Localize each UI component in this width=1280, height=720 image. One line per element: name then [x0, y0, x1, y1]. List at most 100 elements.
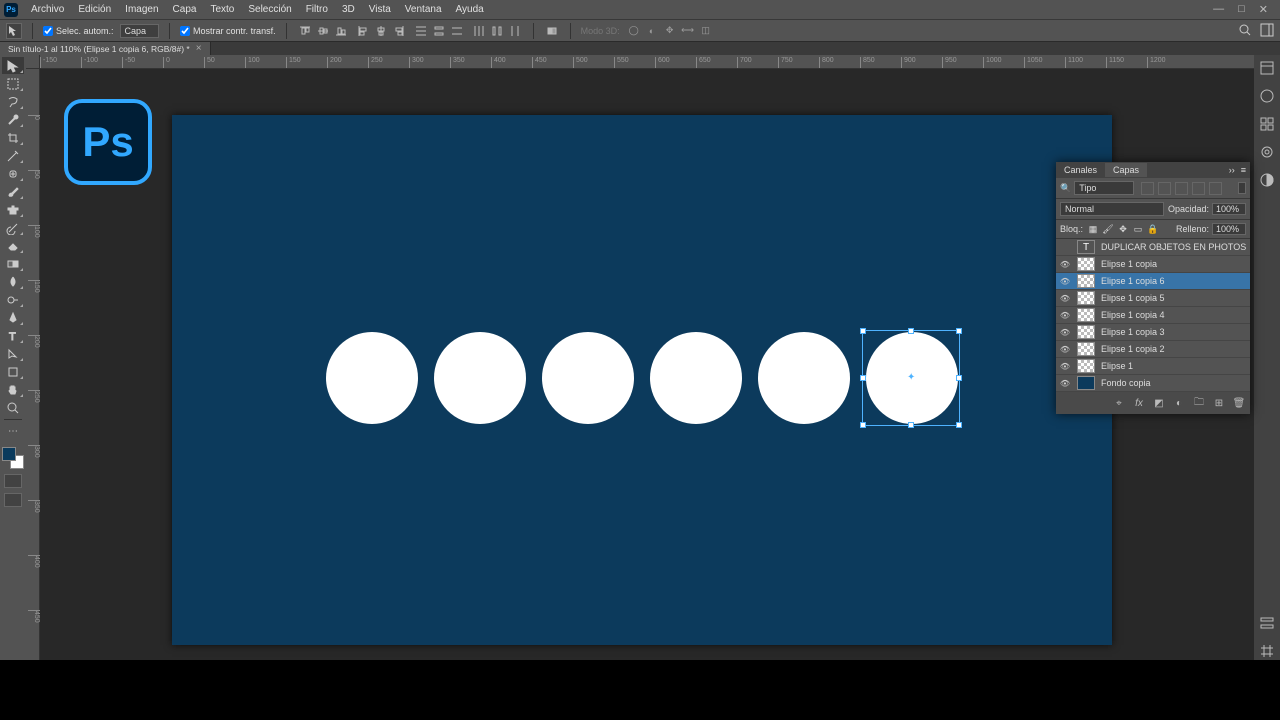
align-right-icon[interactable]	[391, 23, 407, 39]
clone-stamp-tool[interactable]	[2, 201, 24, 218]
layer-row[interactable]: Elipse 1 copia 6	[1056, 273, 1250, 290]
layer-thumbnail[interactable]: T	[1077, 240, 1095, 254]
layer-group-icon[interactable]: 🗀	[1192, 396, 1206, 410]
menu-ventana[interactable]: Ventana	[398, 1, 449, 18]
transform-handle-bl[interactable]	[860, 422, 866, 428]
swatches-panel-icon[interactable]	[1258, 115, 1276, 133]
menu-selección[interactable]: Selección	[241, 1, 298, 18]
transform-handle-bc[interactable]	[908, 422, 914, 428]
shape-tool[interactable]	[2, 363, 24, 380]
panel-menu-icon[interactable]: ≡	[1241, 165, 1246, 175]
blend-mode-select[interactable]: Normal	[1060, 202, 1164, 216]
filter-toggle-switch[interactable]	[1238, 182, 1246, 194]
color-panel-icon[interactable]	[1258, 87, 1276, 105]
adjustments-panel-icon[interactable]	[1258, 171, 1276, 189]
filter-pixel-icon[interactable]	[1141, 182, 1154, 195]
layer-name-label[interactable]: Elipse 1 copia	[1101, 259, 1247, 269]
link-layers-icon[interactable]: ⌖	[1112, 396, 1126, 410]
ellipse-shape[interactable]	[434, 332, 526, 424]
distribute-vcenter-icon[interactable]	[431, 23, 447, 39]
tab-canales[interactable]: Canales	[1056, 163, 1105, 177]
align-vcenter-icon[interactable]	[315, 23, 331, 39]
3d-scale-icon[interactable]: ◫	[698, 23, 714, 39]
screen-mode-icon[interactable]	[4, 493, 22, 507]
layer-visibility-icon[interactable]	[1059, 361, 1071, 371]
crop-tool[interactable]	[2, 129, 24, 146]
lock-all-icon[interactable]: 🔒	[1147, 223, 1159, 235]
ellipse-shape[interactable]	[650, 332, 742, 424]
pen-tool[interactable]	[2, 309, 24, 326]
tab-capas[interactable]: Capas	[1105, 163, 1147, 177]
lock-transparency-icon[interactable]: ▦	[1087, 223, 1099, 235]
blur-tool[interactable]	[2, 273, 24, 290]
auto-align-icon[interactable]	[544, 23, 560, 39]
ruler-origin[interactable]	[26, 55, 40, 69]
distribute-hcenter-icon[interactable]	[489, 23, 505, 39]
document-tab[interactable]: Sin título-1 al 110% (Elipse 1 copia 6, …	[0, 42, 211, 55]
layer-row[interactable]: Fondo copia	[1056, 375, 1250, 392]
magic-wand-tool[interactable]	[2, 111, 24, 128]
transform-handle-br[interactable]	[956, 422, 962, 428]
panel-collapse-icon[interactable]: ››	[1229, 165, 1235, 175]
transform-handle-tc[interactable]	[908, 328, 914, 334]
filter-adjustment-icon[interactable]	[1158, 182, 1171, 195]
close-tab-icon[interactable]: ×	[196, 43, 202, 54]
healing-brush-tool[interactable]	[2, 165, 24, 182]
layer-name-label[interactable]: Elipse 1 copia 4	[1101, 310, 1247, 320]
3d-slide-icon[interactable]: ⟷	[680, 23, 696, 39]
menu-ayuda[interactable]: Ayuda	[449, 1, 491, 18]
transform-handle-ml[interactable]	[860, 375, 866, 381]
lasso-tool[interactable]	[2, 93, 24, 110]
marquee-tool[interactable]	[2, 75, 24, 92]
3d-pan-icon[interactable]: ✥	[662, 23, 678, 39]
opacity-value-input[interactable]: 100%	[1212, 203, 1246, 215]
edit-toolbar-icon[interactable]: ⋯	[2, 423, 24, 440]
layer-visibility-icon[interactable]	[1059, 344, 1071, 354]
align-bottom-icon[interactable]	[333, 23, 349, 39]
layer-name-label[interactable]: DUPLICAR OBJETOS EN PHOTOSHOP	[1101, 242, 1247, 252]
layer-row[interactable]: Elipse 1 copia 5	[1056, 290, 1250, 307]
menu-archivo[interactable]: Archivo	[24, 1, 71, 18]
menu-edición[interactable]: Edición	[71, 1, 118, 18]
move-tool-icon[interactable]	[6, 23, 22, 39]
new-layer-icon[interactable]: ⊞	[1212, 396, 1226, 410]
transform-anchor-icon[interactable]: ✦	[907, 372, 915, 383]
filter-type-icon[interactable]	[1175, 182, 1188, 195]
foreground-color-swatch[interactable]	[2, 447, 16, 461]
ruler-horizontal[interactable]: -150-100-5005010015020025030035040045050…	[40, 55, 1254, 69]
distribute-right-icon[interactable]	[507, 23, 523, 39]
3d-roll-icon[interactable]: ◐	[644, 23, 660, 39]
lock-artboard-icon[interactable]: ▭	[1132, 223, 1144, 235]
layer-filter-kind-select[interactable]: Tipo	[1074, 181, 1134, 195]
path-selection-tool[interactable]	[2, 345, 24, 362]
ellipse-shape[interactable]	[542, 332, 634, 424]
menu-texto[interactable]: Texto	[203, 1, 241, 18]
quick-mask-icon[interactable]	[4, 474, 22, 488]
layer-row[interactable]: Elipse 1 copia	[1056, 256, 1250, 273]
menu-filtro[interactable]: Filtro	[299, 1, 335, 18]
layer-row[interactable]: Elipse 1	[1056, 358, 1250, 375]
layer-thumbnail[interactable]	[1077, 376, 1095, 390]
layer-thumbnail[interactable]	[1077, 325, 1095, 339]
align-left-icon[interactable]	[355, 23, 371, 39]
menu-3d[interactable]: 3D	[335, 1, 362, 18]
color-swatches[interactable]	[2, 447, 24, 469]
delete-layer-icon[interactable]: 🗑	[1232, 396, 1246, 410]
distribute-bottom-icon[interactable]	[449, 23, 465, 39]
transform-handle-tr[interactable]	[956, 328, 962, 334]
align-hcenter-icon[interactable]	[373, 23, 389, 39]
distribute-top-icon[interactable]	[413, 23, 429, 39]
history-panel-icon[interactable]	[1258, 59, 1276, 77]
layer-style-icon[interactable]: fx	[1132, 396, 1146, 410]
3d-orbit-icon[interactable]: ◯	[626, 23, 642, 39]
gradient-tool[interactable]	[2, 255, 24, 272]
filter-smartobject-icon[interactable]	[1209, 182, 1222, 195]
layer-visibility-icon[interactable]	[1059, 293, 1071, 303]
layer-row[interactable]: Elipse 1 copia 3	[1056, 324, 1250, 341]
transform-bounding-box[interactable]: ✦	[862, 330, 960, 426]
type-tool[interactable]: T	[2, 327, 24, 344]
filter-shape-icon[interactable]	[1192, 182, 1205, 195]
menu-vista[interactable]: Vista	[362, 1, 398, 18]
align-top-icon[interactable]	[297, 23, 313, 39]
layer-name-label[interactable]: Fondo copia	[1101, 378, 1247, 388]
